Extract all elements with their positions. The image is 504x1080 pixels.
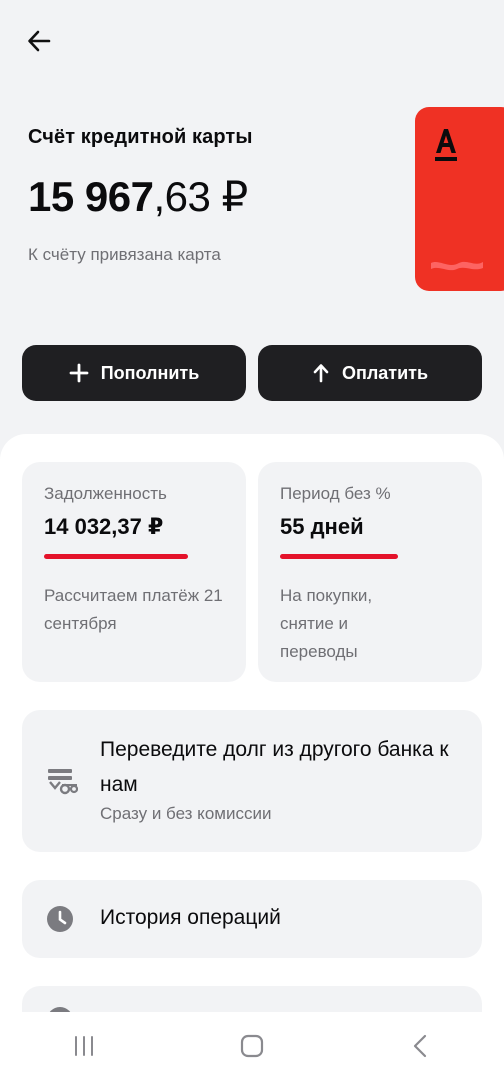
chevron-left-icon [413,1034,427,1058]
bank-logo-icon [435,129,457,161]
balance-integer: 15 967 [28,173,154,220]
plus-icon [69,363,89,383]
grace-period-tile[interactable]: Период без % 55 дней На покупки, снятие … [258,462,482,682]
operations-history-row[interactable]: История операций [22,880,482,958]
pay-label: Оплатить [341,362,429,383]
promo-title: Переведите долг из другого банка к нам [100,738,449,796]
grace-period-value: 55 дней [280,514,364,539]
arrow-left-icon [28,30,51,52]
home-icon [240,1034,264,1058]
system-navigation-bar [0,1012,504,1080]
home-button[interactable] [222,1026,282,1066]
recents-button[interactable] [54,1026,114,1066]
debt-value: 14 032,37 ₽ [44,514,164,539]
debt-tile[interactable]: Задолженность 14 032,37 ₽ Рассчитаем пла… [22,462,246,682]
card-number-mask [431,261,483,271]
history-label: История операций [100,906,281,929]
debt-underline [44,554,188,559]
account-balance: 15 967,63 ₽ [28,172,248,221]
system-back-button[interactable] [390,1026,450,1066]
back-button[interactable] [22,24,56,58]
pay-button[interactable]: Оплатить [258,345,482,401]
transfer-debt-icon [48,769,78,795]
grace-period-label: Период без % [280,484,391,503]
clock-icon [47,906,73,932]
linked-card-thumbnail[interactable] [415,107,504,291]
linked-card-text: К счёту привязана карта [28,245,221,264]
grace-period-note: На покупки, снятие и переводы [280,586,373,661]
debt-label: Задолженность [44,484,167,503]
topup-label: Пополнить [100,362,200,383]
debt-note: Рассчитаем платёж 21 сентября [44,586,223,633]
promo-subtitle: Сразу и без комиссии [100,804,272,823]
account-title: Счёт кредитной карты [28,126,253,148]
topup-button[interactable]: Пополнить [22,345,246,401]
debt-transfer-promo[interactable]: Переведите долг из другого банка к нам С… [22,710,482,852]
balance-fraction: ,63 ₽ [153,173,248,220]
arrow-up-icon [313,364,329,383]
recents-icon [75,1036,93,1056]
grace-period-underline [280,554,398,559]
